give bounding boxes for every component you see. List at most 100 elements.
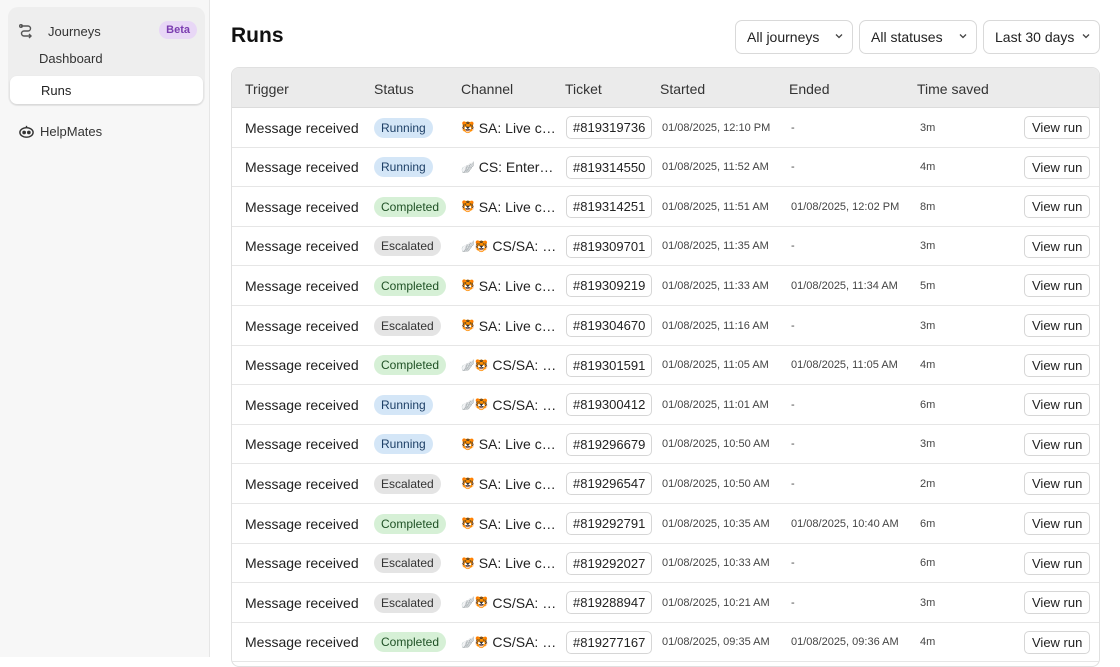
ticket-link[interactable]: #819300412 bbox=[566, 393, 653, 417]
view-run-button[interactable]: View run bbox=[1024, 630, 1091, 654]
ticket-link[interactable]: #819296547 bbox=[566, 472, 653, 496]
view-run-button[interactable]: View run bbox=[1024, 155, 1091, 179]
table-row[interactable]: Message received Completed 🐯 SA: Live ch...… bbox=[232, 266, 1099, 306]
channel-emoji-icon: 🪽🐯 bbox=[461, 359, 489, 372]
table-row[interactable]: Message received Completed 🪽🐯 CS/SA: W... #8… bbox=[232, 623, 1099, 663]
ended-cell: - bbox=[791, 319, 795, 332]
table-row[interactable]: Message received Running 🐯 SA: Live ch... #8… bbox=[232, 425, 1099, 465]
started-cell: 01/08/2025, 10:50 AM bbox=[662, 438, 770, 451]
channel-emoji-icon: 🐯 bbox=[461, 438, 475, 451]
table-row[interactable]: Message received Escalated 🪽🐯 CS/SA: W... #8… bbox=[232, 227, 1099, 267]
channel-emoji-icon: 🐯 bbox=[461, 122, 475, 134]
status-badge: Escalated bbox=[374, 236, 441, 257]
trigger-cell: Message received bbox=[245, 277, 359, 294]
view-run-button[interactable]: View run bbox=[1024, 314, 1091, 337]
view-run-button[interactable]: View run bbox=[1024, 512, 1091, 535]
channel-name: CS/SA: W... bbox=[492, 396, 561, 413]
table-row[interactable]: Message received Escalated 🐯 SA: Live ch...… bbox=[232, 544, 1099, 584]
view-run-cell: View run bbox=[1024, 544, 1091, 583]
table-row[interactable]: Message received Escalated 🐯 SA: Live ch...… bbox=[232, 464, 1099, 504]
channel-emoji-icon: 🪽🐯 bbox=[461, 399, 489, 412]
view-run-button[interactable]: View run bbox=[1024, 353, 1091, 377]
channel-name: SA: Live ch... bbox=[478, 436, 561, 453]
channel-cell: 🐯 SA: Live ch... bbox=[461, 266, 561, 305]
ticket-link[interactable]: #819292791 bbox=[566, 512, 653, 535]
ticket-link[interactable]: #819296679 bbox=[566, 432, 653, 456]
ticket-link[interactable]: #819288947 bbox=[566, 591, 653, 615]
view-run-button[interactable]: View run bbox=[1024, 393, 1091, 417]
ticket-link[interactable]: #819309219 bbox=[566, 274, 653, 298]
table-row[interactable]: Message received Running 🪽🐯 CS/SA: W... #819… bbox=[232, 385, 1099, 425]
ticket-link[interactable]: #819319736 bbox=[566, 116, 653, 139]
column-header-channel: Channel bbox=[461, 81, 514, 97]
channel-name: CS/SA: W... bbox=[492, 357, 561, 374]
column-header-ended: Ended bbox=[789, 81, 830, 97]
status-filter[interactable]: All statuses bbox=[859, 20, 977, 54]
channel-cell: 🐯 SA: Live ch... bbox=[461, 306, 561, 345]
view-run-button[interactable]: View run bbox=[1024, 472, 1091, 496]
channel-name: CS: Enterpr... bbox=[478, 159, 561, 176]
status-badge: Escalated bbox=[374, 592, 441, 613]
table-row[interactable]: Message received Completed 🐯 SA: Live ch...… bbox=[232, 504, 1099, 544]
ticket-link[interactable]: #819304670 bbox=[566, 314, 653, 337]
sidebar-item-helpmates[interactable]: HelpMates bbox=[18, 120, 102, 142]
journeys-nav-group: Journeys Beta Dashboard Runs bbox=[8, 7, 205, 106]
table-row[interactable]: Message received Running 🪽 CS: Enterpr... #8… bbox=[232, 148, 1099, 188]
table-row[interactable]: Message received Completed 🐯 SA: Live ch...… bbox=[232, 187, 1099, 227]
status-cell: Escalated bbox=[374, 544, 441, 583]
channel-cell: 🪽🐯 CS/SA: W... bbox=[461, 385, 561, 424]
journeys-filter[interactable]: All journeys bbox=[735, 20, 853, 54]
sidebar-item-dashboard[interactable]: Dashboard bbox=[8, 44, 201, 72]
ticket-link[interactable]: #819314251 bbox=[566, 195, 653, 219]
ticket-link[interactable]: #819292027 bbox=[566, 551, 653, 575]
started-cell: 01/08/2025, 11:52 AM bbox=[662, 161, 769, 174]
column-header-status: Status bbox=[374, 81, 414, 97]
channel-cell: 🪽 CS: Enterpr... bbox=[461, 148, 561, 187]
channel-name: SA: Live ch... bbox=[478, 277, 561, 294]
view-run-cell: View run bbox=[1024, 583, 1091, 622]
ended-cell: - bbox=[791, 557, 795, 570]
status-filter-value: All statuses bbox=[871, 29, 943, 45]
ticket-link[interactable]: #819314550 bbox=[566, 155, 653, 179]
ended-cell: 01/08/2025, 12:02 PM bbox=[791, 200, 900, 213]
ticket-cell: #819292027 bbox=[566, 544, 653, 583]
view-run-button[interactable]: View run bbox=[1024, 195, 1091, 219]
ticket-link[interactable]: #819277167 bbox=[566, 630, 653, 654]
date-range-filter[interactable]: Last 30 days bbox=[983, 20, 1100, 54]
ticket-link[interactable]: #819309701 bbox=[566, 234, 653, 258]
table-row[interactable]: Message received Escalated 🐯 SA: Live ch...… bbox=[232, 306, 1099, 346]
status-cell: Escalated bbox=[374, 583, 441, 622]
table-row[interactable]: Message received Completed 🪽🐯 CS/SA: W... #8… bbox=[232, 346, 1099, 386]
time-saved-cell: 6m bbox=[920, 398, 936, 411]
view-run-button[interactable]: View run bbox=[1024, 432, 1091, 456]
status-badge: Completed bbox=[374, 513, 447, 534]
time-saved-cell: 3m bbox=[920, 596, 936, 609]
table-header: Trigger Status Channel Ticket Started En… bbox=[232, 68, 1099, 108]
column-header-started: Started bbox=[660, 81, 706, 97]
view-run-button[interactable]: View run bbox=[1024, 274, 1091, 298]
view-run-cell: View run bbox=[1024, 346, 1091, 385]
channel-emoji-icon: 🐯 bbox=[461, 478, 475, 491]
view-run-button[interactable]: View run bbox=[1024, 551, 1091, 575]
view-run-button[interactable]: View run bbox=[1024, 591, 1091, 615]
table-row[interactable]: Message received Running 🐯 SA: Live ch... #8… bbox=[232, 108, 1099, 148]
status-badge: Running bbox=[374, 117, 433, 138]
trigger-cell: Message received bbox=[245, 436, 359, 453]
status-badge: Completed bbox=[374, 355, 447, 376]
ended-cell: - bbox=[791, 596, 795, 609]
channel-emoji-icon: 🪽 bbox=[461, 161, 475, 174]
journeys-nav-header[interactable]: Journeys Beta bbox=[18, 16, 198, 46]
chevron-down-icon bbox=[1082, 34, 1090, 39]
ended-cell: 01/08/2025, 11:34 AM bbox=[791, 279, 898, 292]
sidebar-item-runs[interactable]: Runs bbox=[10, 76, 203, 104]
started-cell: 01/08/2025, 10:35 AM bbox=[662, 517, 770, 530]
ticket-cell: #819296547 bbox=[566, 464, 653, 503]
ended-cell: 01/08/2025, 10:40 AM bbox=[791, 517, 899, 530]
channel-cell: 🐯 SA: Live ch... bbox=[461, 425, 561, 464]
trigger-cell: Message received bbox=[245, 555, 359, 572]
view-run-button[interactable]: View run bbox=[1024, 234, 1091, 258]
view-run-button[interactable]: View run bbox=[1024, 116, 1091, 139]
ticket-link[interactable]: #819301591 bbox=[566, 353, 653, 377]
table-row[interactable]: Message received Escalated 🪽🐯 CS/SA: W... #8… bbox=[232, 583, 1099, 623]
view-run-cell: View run bbox=[1024, 306, 1091, 345]
